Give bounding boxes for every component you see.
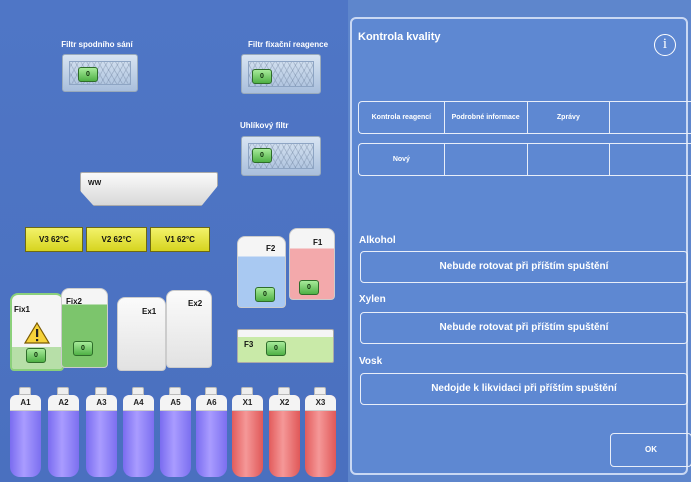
reagent-tube-a4[interactable]: A4	[123, 387, 154, 477]
bottle-f2-button[interactable]: 0	[255, 287, 275, 302]
tab-reports[interactable]: Zprávy	[528, 102, 611, 133]
panel-title: Kontrola kvality	[358, 31, 441, 43]
bottle-fix2-label: Fix2	[66, 297, 83, 306]
qc-list-row: Nový	[358, 143, 691, 176]
alkohol-status-button[interactable]: Nebude rotovat při příštím spuštění	[360, 251, 688, 283]
tube-label: A3	[86, 395, 117, 411]
tube-cap	[314, 387, 326, 395]
heater-v2[interactable]: V2 62°C	[86, 227, 147, 252]
reagent-tube-a5[interactable]: A5	[160, 387, 191, 477]
bottle-f1-label: F1	[313, 238, 323, 247]
xylen-heading: Xylen	[359, 294, 386, 305]
list-cell[interactable]	[528, 144, 611, 175]
tube-cap	[95, 387, 107, 395]
bottom-suction-filter-label: Filtr spodního sání	[61, 40, 133, 49]
tab-empty[interactable]	[610, 102, 691, 133]
fixation-reagent-filter-button[interactable]: 0	[252, 69, 272, 84]
carbon-filter-label: Uhlíkový filtr	[240, 121, 289, 130]
tube-cap	[19, 387, 31, 395]
reagent-tube-x3[interactable]: X3	[305, 387, 336, 477]
quality-control-panel	[350, 17, 688, 475]
tab-details[interactable]: Podrobné informace	[445, 102, 528, 133]
bottle-f2-label: F2	[266, 244, 276, 253]
tube-cap	[169, 387, 181, 395]
list-cell-new[interactable]: Nový	[359, 144, 445, 175]
heater-v1[interactable]: V1 62°C	[150, 227, 210, 252]
reagent-tube-x2[interactable]: X2	[269, 387, 300, 477]
tube-cap	[241, 387, 253, 395]
alkohol-heading: Alkohol	[359, 235, 396, 246]
reagent-tube-a2[interactable]: A2	[48, 387, 79, 477]
ok-button[interactable]: OK	[610, 433, 691, 467]
reagent-tube-a6[interactable]: A6	[196, 387, 227, 477]
reagent-tube-x1[interactable]: X1	[232, 387, 263, 477]
tube-label: X1	[232, 395, 263, 411]
tube-cap	[205, 387, 217, 395]
heater-v3[interactable]: V3 62°C	[25, 227, 83, 252]
tube-cap	[278, 387, 290, 395]
reagent-tube-a1[interactable]: A1	[10, 387, 41, 477]
carbon-filter-button[interactable]: 0	[252, 148, 272, 163]
waste-tray-label: WW	[88, 180, 102, 187]
bottom-suction-filter-button[interactable]: 0	[78, 67, 98, 82]
instrument-status-area: Filtr spodního sání 0 Filtr fixační reag…	[0, 0, 348, 482]
qc-tabs: Kontrola reagencí Podrobné informace Zpr…	[358, 101, 691, 134]
info-icon[interactable]: i	[654, 34, 676, 56]
bottle-ex1-label: Ex1	[142, 307, 157, 316]
bottle-fix1-label: Fix1	[14, 305, 31, 314]
warning-icon	[24, 322, 50, 344]
tube-cap	[132, 387, 144, 395]
tube-label: X2	[269, 395, 300, 411]
tube-label: A5	[160, 395, 191, 411]
xylen-status-button[interactable]: Nebude rotovat při příštím spuštění	[360, 312, 688, 344]
tube-label: X3	[305, 395, 336, 411]
fixation-reagent-filter-label: Filtr fixační reagence	[247, 40, 329, 49]
vosk-status-button[interactable]: Nedojde k likvidaci při příštím spuštění	[360, 373, 688, 405]
bottle-fix1-button[interactable]: 0	[26, 348, 46, 363]
bottle-ex2-label: Ex2	[188, 299, 203, 308]
waste-tray[interactable]	[80, 172, 218, 206]
tab-reagent-check[interactable]: Kontrola reagencí	[359, 102, 445, 133]
bottle-f1-button[interactable]: 0	[299, 280, 319, 295]
tube-label: A1	[10, 395, 41, 411]
tube-label: A2	[48, 395, 79, 411]
vosk-heading: Vosk	[359, 356, 383, 367]
tank-f3-label: F3	[244, 340, 254, 349]
reagent-tube-a3[interactable]: A3	[86, 387, 117, 477]
bottle-fix2-button[interactable]: 0	[73, 341, 93, 356]
list-cell[interactable]	[445, 144, 528, 175]
tube-cap	[57, 387, 69, 395]
app-screen: Filtr spodního sání 0 Filtr fixační reag…	[0, 0, 691, 482]
tank-f3-button[interactable]: 0	[266, 341, 286, 356]
list-cell[interactable]	[610, 144, 691, 175]
bottom-suction-filter[interactable]	[62, 54, 138, 92]
tube-label: A4	[123, 395, 154, 411]
tube-label: A6	[196, 395, 227, 411]
